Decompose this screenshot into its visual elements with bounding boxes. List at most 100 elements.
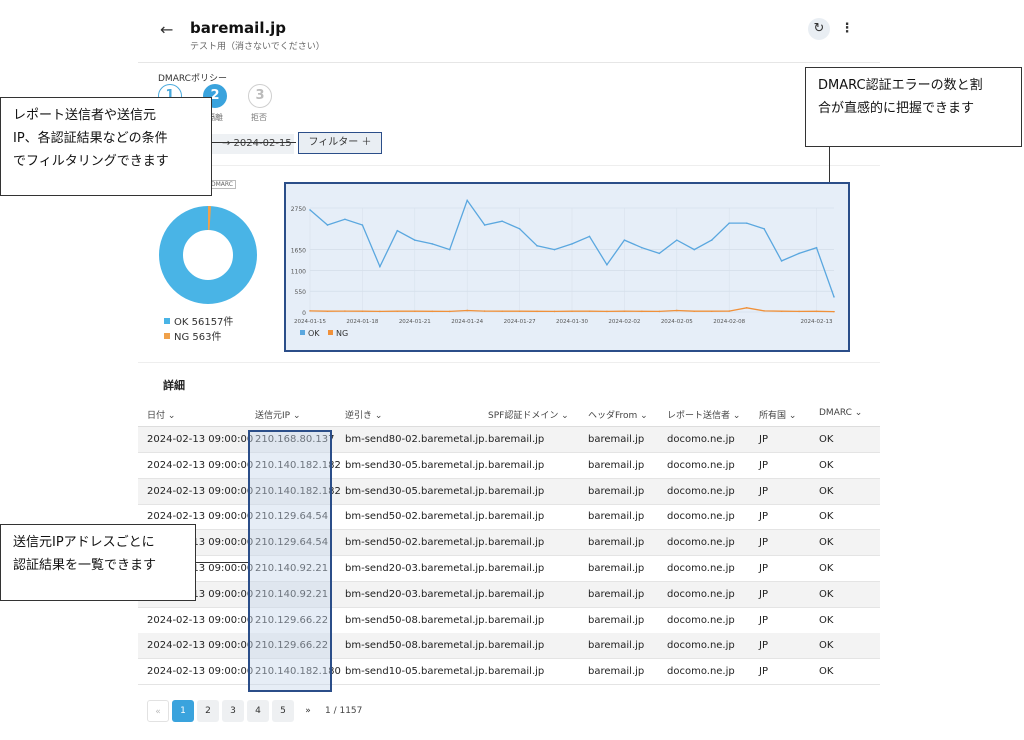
cell-header-from: baremail.jp: [588, 563, 645, 574]
cell-dmarc: OK: [819, 434, 834, 445]
cell-header-from: baremail.jp: [588, 459, 645, 471]
col-header-header-from[interactable]: ヘッダFrom ⌄: [588, 408, 648, 421]
data-point-ok: [623, 239, 626, 241]
data-point-ok: [571, 243, 573, 245]
data-point-ok: [501, 220, 503, 223]
cell-report-sender: docomo.ne.jp: [667, 485, 735, 497]
col-header-spf-domain[interactable]: SPF認証ドメイン ⌄: [488, 408, 569, 421]
cell-dmarc: OK: [819, 537, 834, 549]
more-menu-icon[interactable]: ⋮: [836, 18, 858, 40]
cell-reverse-lookup: bm-send20-03.baremetal.jp.: [345, 563, 488, 574]
ip-column-highlight: [248, 430, 332, 692]
data-point-ng: [431, 310, 434, 313]
callout-chart-line-1: DMARC認証エラーの数と割: [818, 78, 983, 93]
data-point-ng: [326, 310, 329, 313]
cell-spf-domain: baremail.jp: [488, 537, 545, 549]
data-point-ng: [780, 310, 783, 313]
data-point-ok: [379, 265, 381, 268]
col-header-reverse-lookup[interactable]: 逆引き ⌄: [345, 408, 382, 421]
data-point-ng: [658, 310, 661, 313]
data-point-ng: [396, 310, 399, 313]
cell-report-sender: docomo.ne.jp: [667, 640, 735, 652]
refresh-icon[interactable]: ↻: [808, 18, 830, 40]
cell-report-sender: docomo.ne.jp: [667, 563, 735, 574]
col-header-report-sender[interactable]: レポート送信者 ⌄: [667, 408, 740, 421]
pagination-page-1[interactable]: 1: [172, 700, 194, 722]
data-point-ng: [728, 310, 730, 312]
data-point-ng: [833, 310, 835, 313]
y-tick-label: 0: [302, 310, 306, 317]
cell-reverse-lookup: bm-send30-05.baremetal.jp.: [345, 485, 488, 497]
data-point-ng: [483, 310, 486, 312]
y-tick-label: 1650: [291, 248, 306, 255]
cell-date: 2024-02-13 09:00:00: [147, 640, 254, 652]
cell-report-sender: docomo.ne.jp: [667, 434, 735, 445]
col-header-country[interactable]: 所有国 ⌄: [759, 408, 796, 421]
data-point-ok: [588, 235, 591, 238]
cell-date: 2024-02-13 09:00:00: [147, 485, 254, 497]
page-subtitle: テスト用（消さないでください）: [190, 42, 325, 52]
cell-spf-domain: baremail.jp: [488, 459, 545, 471]
pagination-page-2[interactable]: 2: [197, 700, 219, 722]
data-point-ok: [483, 224, 486, 226]
data-point-ng: [710, 310, 713, 313]
cell-country: JP: [759, 640, 768, 652]
pie-legend-ok-label: OK 56157件: [174, 317, 234, 328]
cell-dmarc: OK: [819, 563, 834, 574]
pagination-page-5[interactable]: 5: [272, 700, 294, 722]
data-point-ok: [361, 224, 364, 226]
cell-report-sender: docomo.ne.jp: [667, 511, 735, 523]
callout-filter-line-2: IP、各認証結果などの条件: [13, 131, 168, 146]
data-point-ok: [309, 209, 311, 211]
pagination-last[interactable]: »: [297, 700, 319, 722]
data-point-ng: [466, 309, 468, 312]
pagination-page-4[interactable]: 4: [247, 700, 269, 722]
cell-date: 2024-02-13 09:00:00: [147, 459, 254, 471]
cell-spf-domain: baremail.jp: [488, 614, 545, 626]
ng-swatch: [164, 333, 170, 339]
data-point-ok: [641, 246, 643, 249]
dmarc-tag: DMARC: [208, 180, 236, 189]
date-range-field[interactable]: → 2024-02-15: [212, 134, 294, 154]
header-divider: [138, 62, 880, 63]
filter-button[interactable]: フィルター ＋: [298, 132, 382, 154]
cell-header-from: baremail.jp: [588, 537, 645, 549]
data-point-ok: [658, 252, 661, 255]
x-tick-label: 2024-01-15: [294, 319, 326, 325]
data-point-ng: [745, 307, 748, 309]
cell-dmarc: OK: [819, 511, 834, 523]
back-arrow-icon[interactable]: ←: [160, 20, 173, 39]
pagination-summary: 1 / 1157: [325, 706, 363, 716]
legend-label-ok: OK: [308, 329, 320, 338]
data-point-ng: [606, 310, 608, 313]
data-point-ok: [518, 228, 521, 230]
cell-spf-domain: baremail.jp: [488, 588, 545, 600]
data-point-ok: [553, 248, 556, 251]
cell-dmarc: OK: [819, 485, 834, 497]
callout-filter-connector: [212, 142, 296, 143]
cell-dmarc: OK: [819, 666, 834, 678]
col-header-dmarc[interactable]: DMARC ⌄: [819, 408, 862, 418]
data-point-ok: [431, 243, 434, 245]
screenshot-stage: ← baremail.jp テスト用（消さないでください） ↻ ⋮ DMARCポ…: [0, 0, 1024, 740]
cell-country: JP: [759, 485, 768, 497]
callout-ip-line-1: 送信元IPアドレスごとに: [13, 535, 155, 550]
chart-divider: [138, 362, 880, 363]
cell-dmarc: OK: [819, 459, 834, 471]
pagination-first[interactable]: «: [147, 700, 169, 722]
cell-reverse-lookup: bm-send50-08.baremetal.jp.: [345, 640, 488, 652]
cell-reverse-lookup: bm-send50-02.baremetal.jp.: [345, 511, 488, 523]
ok-swatch: [164, 318, 170, 324]
pagination-page-3[interactable]: 3: [222, 700, 244, 722]
cell-date: 2024-02-13 09:00:00: [147, 434, 254, 445]
data-point-ng: [815, 310, 818, 313]
callout-chart-connector: [829, 147, 830, 182]
x-tick-label: 2024-02-05: [661, 319, 693, 325]
cell-dmarc: OK: [819, 588, 834, 600]
data-point-ok: [745, 222, 748, 224]
x-tick-label: 2024-01-18: [346, 319, 378, 325]
col-header-source-ip[interactable]: 送信元IP ⌄: [255, 408, 300, 421]
col-header-date[interactable]: 日付 ⌄: [147, 408, 175, 421]
cell-report-sender: docomo.ne.jp: [667, 614, 735, 626]
y-tick-label: 550: [295, 289, 307, 296]
